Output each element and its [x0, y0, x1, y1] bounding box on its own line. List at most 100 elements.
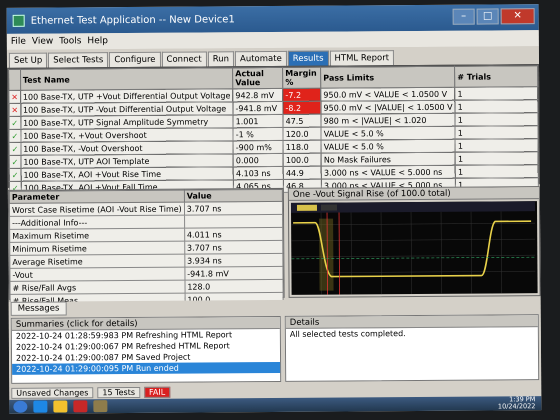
actual-value-cell: 4.103 ns — [233, 166, 284, 180]
margin-cell: -7.2 — [282, 88, 321, 102]
pass-check-icon: ✓ — [9, 155, 21, 169]
pass-limits-cell: 980 m < |VALUE| < 1.020 — [321, 113, 456, 128]
os-taskbar: 1:39 PM 10/24/2022 — [9, 395, 542, 414]
col-actual-value[interactable]: Actual Value — [232, 67, 283, 89]
trials-cell: 1 — [455, 125, 539, 140]
clock-date: 10/24/2022 — [497, 402, 536, 411]
tab-run[interactable]: Run — [207, 51, 235, 67]
param-value: 3.707 ns — [184, 240, 283, 255]
menu-view[interactable]: View — [32, 37, 53, 47]
actual-value-cell: -941.8 mV — [232, 101, 284, 115]
trials-cell: 1 — [455, 112, 538, 127]
app-taskbar-icon[interactable] — [73, 400, 88, 413]
tab-connect[interactable]: Connect — [161, 51, 207, 67]
pass-check-icon: ✓ — [8, 129, 21, 143]
messages-area: Messages Summaries (click for details) 2… — [8, 298, 542, 386]
tab-automate[interactable]: Automate — [234, 50, 287, 67]
pass-check-icon: ✓ — [8, 116, 21, 130]
trials-cell: 1 — [455, 138, 539, 153]
signal-chart-panel: One -Vout Signal Rise (of 100.0 total) — [287, 186, 541, 298]
details-pane: Details All selected tests completed. — [284, 314, 540, 382]
tab-html-report[interactable]: HTML Report — [329, 50, 395, 66]
pass-limits-cell: VALUE < 5.0 % — [321, 126, 456, 141]
param-name: Average Risetime — [9, 254, 185, 269]
pass-limits-cell: VALUE < 5.0 % — [321, 139, 456, 154]
close-button[interactable]: ✕ — [500, 8, 535, 25]
trials-cell: 1 — [454, 86, 538, 101]
scope-waveform-image — [290, 201, 538, 295]
param-value: 3.934 ns — [184, 253, 283, 268]
margin-cell: 118.0 — [283, 140, 322, 154]
window-titlebar: Ethernet Test Application -- New Device1… — [6, 4, 539, 34]
menu-help[interactable]: Help — [87, 36, 108, 46]
actual-value-cell: 1.001 — [233, 114, 284, 128]
pass-check-icon: ✓ — [9, 142, 21, 156]
taskbar-clock[interactable]: 1:39 PM 10/24/2022 — [497, 395, 536, 411]
waveform-svg — [290, 201, 536, 295]
param-name: Maximum Risetime — [9, 228, 185, 243]
actual-value-cell: 0.000 — [233, 153, 284, 167]
param-name: Minimum Risetime — [9, 241, 185, 256]
overall-result-badge: FAIL — [143, 386, 171, 398]
pass-check-icon: ✓ — [9, 168, 22, 182]
details-text: All selected tests completed. — [289, 329, 406, 339]
ie-icon[interactable] — [33, 400, 48, 413]
actual-value-cell: -1 % — [233, 127, 284, 141]
col-pass-limits[interactable]: Pass Limits — [320, 66, 455, 89]
param-value: 128.0 — [184, 279, 284, 294]
tab-select-tests[interactable]: Select Tests — [48, 52, 109, 68]
pass-limits-cell: 3.000 ns < VALUE < 5.000 ns — [321, 165, 456, 180]
folder-icon[interactable] — [53, 400, 68, 413]
col-value[interactable]: Value — [184, 189, 283, 203]
unsaved-changes-status: Unsaved Changes — [11, 386, 94, 399]
scope-highlight — [319, 218, 334, 291]
marker-line — [338, 212, 340, 295]
screen: Ethernet Test Application -- New Device1… — [6, 4, 542, 414]
trials-cell: 1 — [455, 151, 539, 166]
fail-icon: ✕ — [8, 103, 21, 117]
pass-limits-cell: 950.0 mV < |VALUE| < 1.0500 V — [320, 100, 456, 115]
tab-messages[interactable]: Messages — [10, 301, 67, 316]
margin-cell: 44.9 — [283, 166, 322, 180]
scope-channel-label — [296, 204, 318, 211]
trials-cell: 1 — [455, 99, 538, 114]
parameter-table: Parameter Value Worst Case Risetime (AOI… — [9, 189, 284, 308]
minimize-button[interactable]: – — [452, 8, 475, 25]
start-button-icon[interactable] — [13, 400, 28, 413]
app-icon — [12, 14, 25, 27]
col-trials[interactable]: # Trials — [454, 65, 538, 88]
app-taskbar-icon-2[interactable] — [93, 400, 108, 413]
results-table-panel: Test Name Actual Value Margin % Pass Lim… — [7, 64, 540, 195]
margin-cell: 47.5 — [283, 114, 322, 128]
param-value: -941.8 mV — [184, 266, 283, 281]
col-test-name[interactable]: Test Name — [20, 67, 233, 91]
margin-cell: 100.0 — [283, 153, 322, 167]
actual-value-cell: 942.8 mV — [232, 88, 283, 102]
menu-tools[interactable]: Tools — [59, 36, 81, 46]
fail-icon: ✕ — [8, 90, 21, 104]
tab-results[interactable]: Results — [287, 50, 329, 66]
param-name: # Rise/Fall Avgs — [9, 280, 185, 295]
list-item-selected[interactable]: 2022-10-24 01:29:00:095 PM Run ended — [12, 361, 281, 375]
window-controls: – □ ✕ — [452, 8, 535, 25]
col-margin[interactable]: Margin % — [282, 67, 321, 89]
tab-set-up[interactable]: Set Up — [8, 52, 48, 68]
param-value: 3.707 ns — [184, 201, 283, 216]
margin-cell: -8.2 — [282, 101, 322, 115]
param-name: Worst Case Risetime (AOI -Vout Rise Time… — [9, 202, 185, 217]
results-table: Test Name Actual Value Margin % Pass Lim… — [8, 65, 539, 195]
window-title: Ethernet Test Application -- New Device1 — [30, 13, 235, 27]
tab-configure[interactable]: Configure — [109, 51, 161, 68]
menu-file[interactable]: File — [11, 37, 26, 47]
chart-title: One -Vout Signal Rise (of 100.0 total) — [288, 187, 539, 201]
actual-value-cell: -900 m% — [233, 140, 284, 154]
parameter-panel: Parameter Value Worst Case Risetime (AOI… — [7, 187, 285, 308]
margin-cell: 120.0 — [283, 127, 322, 141]
summaries-pane: Summaries (click for details) 2022-10-24… — [10, 315, 282, 384]
param-value: 4.011 ns — [184, 227, 283, 242]
param-name: ---Additional Info--- — [9, 215, 185, 230]
trials-cell: 1 — [455, 164, 539, 179]
maximize-button[interactable]: □ — [476, 8, 499, 25]
param-value — [184, 214, 283, 229]
test-count-status: 15 Tests — [97, 386, 141, 398]
